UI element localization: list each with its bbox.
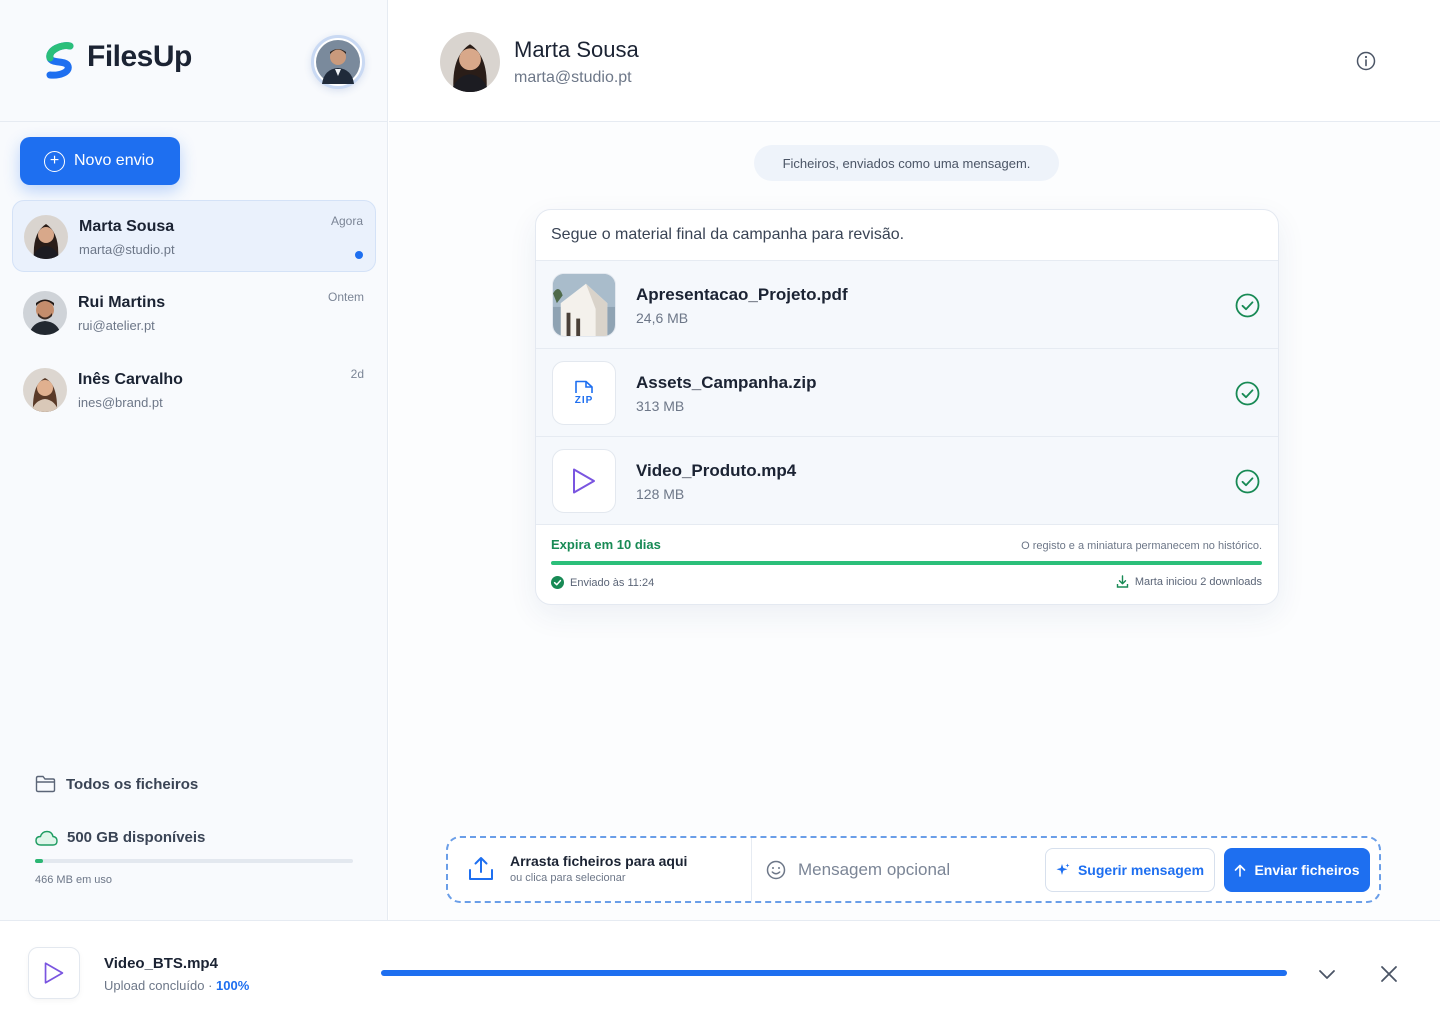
- sent-label: Enviado às 11:24: [570, 576, 655, 589]
- play-icon: [28, 947, 80, 999]
- conversation-panel: Marta Sousa marta@studio.pt Ficheiros, e…: [389, 0, 1440, 920]
- brand-header: FilesUp: [0, 0, 388, 122]
- conversation-item-ines[interactable]: Inês Carvalho ines@brand.pt 2d: [12, 354, 376, 426]
- all-files-link[interactable]: Todos os ficheiros: [35, 775, 198, 793]
- check-circle-icon: [1235, 381, 1260, 406]
- file-name: Assets_Campanha.zip: [636, 373, 817, 392]
- conversation-name: Rui Martins: [78, 294, 166, 311]
- file-name: Apresentacao_Projeto.pdf: [636, 285, 848, 304]
- composer: Arrasta ficheiros para aqui ou clica par…: [446, 836, 1381, 903]
- file-row[interactable]: Apresentacao_Projeto.pdf 24,6 MB: [536, 260, 1278, 348]
- conversation-time: Ontem: [327, 290, 364, 304]
- chevron-down-icon[interactable]: [1316, 963, 1338, 985]
- all-files-label: Todos os ficheiros: [66, 775, 199, 793]
- upload-status: Upload concluído · 100%: [104, 978, 249, 993]
- file-drop-zone[interactable]: Arrasta ficheiros para aqui ou clica par…: [468, 853, 687, 884]
- sidebar: FilesUp + Novo envio Marta Sousa marta@s…: [0, 0, 388, 920]
- filesup-logo-icon: [46, 42, 74, 79]
- storage-label: 500 GB disponíveis: [67, 829, 206, 846]
- conversation-item-marta[interactable]: Marta Sousa marta@studio.pt Agora: [12, 200, 376, 272]
- upload-progress-fill: [381, 970, 1287, 976]
- user-avatar-icon: [316, 40, 360, 84]
- conversation-email: marta@studio.pt: [79, 242, 175, 257]
- thread-info-pill: Ficheiros, enviados como uma mensagem.: [754, 145, 1059, 181]
- zip-icon-label: ZIP: [574, 395, 594, 406]
- file-size: 313 MB: [636, 398, 685, 414]
- user-avatar[interactable]: [311, 35, 365, 89]
- expiry-label: Expira em 10 dias: [551, 537, 661, 552]
- new-send-label: Novo envio: [74, 152, 155, 169]
- conversation-header: Marta Sousa marta@studio.pt: [389, 0, 1440, 122]
- suggest-message-button[interactable]: Sugerir mensagem: [1045, 848, 1215, 892]
- file-row[interactable]: Video_Produto.mp4 128 MB: [536, 436, 1278, 524]
- close-icon[interactable]: [1378, 963, 1400, 985]
- upload-icon: [469, 856, 493, 880]
- message-field[interactable]: [766, 852, 1036, 888]
- unread-dot: [355, 251, 363, 259]
- avatar: [23, 291, 67, 335]
- message-input[interactable]: [798, 860, 1018, 880]
- upload-percent: 100%: [216, 978, 250, 993]
- suggest-label: Sugerir mensagem: [1077, 862, 1205, 878]
- cloud-icon: [35, 830, 58, 846]
- new-send-button[interactable]: + Novo envio: [20, 137, 180, 185]
- image-thumbnail: [552, 273, 616, 337]
- avatar: [24, 215, 68, 259]
- download-icon: [1116, 575, 1129, 588]
- play-icon: [552, 449, 616, 513]
- divider: [536, 524, 1278, 525]
- conversation-time: 2d: [350, 367, 364, 381]
- file-size: 128 MB: [636, 486, 685, 502]
- conversation-email: ines@brand.pt: [78, 395, 163, 410]
- contact-name: Marta Sousa: [514, 37, 639, 62]
- conversation-name: Marta Sousa: [79, 218, 175, 235]
- expiry-progress-bar: [551, 561, 1262, 565]
- divider: [751, 838, 752, 901]
- emoji-icon[interactable]: [766, 860, 786, 880]
- downloads-status: Marta iniciou 2 downloads: [1116, 575, 1262, 588]
- drop-subtitle: ou clica para selecionar: [510, 872, 626, 884]
- message-text: Segue o material final da campanha para …: [551, 226, 905, 243]
- storage-indicator: 500 GB disponíveis: [35, 829, 205, 846]
- conversation-item-rui[interactable]: Rui Martins rui@atelier.pt Ontem: [12, 277, 376, 349]
- brand-name: FilesUp: [87, 40, 192, 73]
- contact-email: marta@studio.pt: [514, 69, 632, 86]
- upload-file-name: Video_BTS.mp4: [104, 955, 218, 972]
- file-name: Video_Produto.mp4: [636, 461, 797, 480]
- storage-progress-fill: [35, 859, 43, 863]
- check-circle-icon: [1235, 469, 1260, 494]
- send-label: Enviar ficheiros: [1254, 862, 1360, 878]
- file-size: 24,6 MB: [636, 310, 689, 326]
- zip-icon: ZIP: [552, 361, 616, 425]
- folder-icon: [35, 775, 56, 793]
- drop-title: Arrasta ficheiros para aqui: [510, 853, 688, 869]
- conversation-email: rui@atelier.pt: [78, 318, 155, 333]
- sent-status: Enviado às 11:24: [551, 576, 654, 589]
- avatar: [440, 32, 500, 92]
- downloads-label: Marta iniciou 2 downloads: [1134, 575, 1262, 588]
- history-note: O registo e a miniatura permanecem no hi…: [1021, 540, 1262, 552]
- info-icon[interactable]: [1356, 51, 1376, 71]
- upload-status-text: Upload concluído ·: [104, 978, 217, 993]
- storage-used-label: 466 MB em uso: [35, 874, 113, 886]
- message-card: Segue o material final da campanha para …: [535, 209, 1279, 605]
- check-circle-icon: [1235, 293, 1260, 318]
- conversation-time: Agora: [330, 214, 363, 228]
- avatar: [23, 368, 67, 412]
- conversation-name: Inês Carvalho: [78, 371, 183, 388]
- send-files-button[interactable]: Enviar ficheiros: [1224, 848, 1370, 892]
- upload-status-bar: Video_BTS.mp4 Upload concluído · 100%: [0, 920, 1440, 1024]
- file-row[interactable]: ZIP Assets_Campanha.zip 313 MB: [536, 348, 1278, 436]
- storage-progress-bar: [35, 859, 353, 863]
- sparkle-icon: [1056, 863, 1070, 875]
- plus-circle-icon: +: [44, 150, 65, 172]
- check-filled-icon: [551, 576, 564, 589]
- upload-progress-bar: [381, 970, 1287, 976]
- arrow-up-icon: [1235, 864, 1246, 877]
